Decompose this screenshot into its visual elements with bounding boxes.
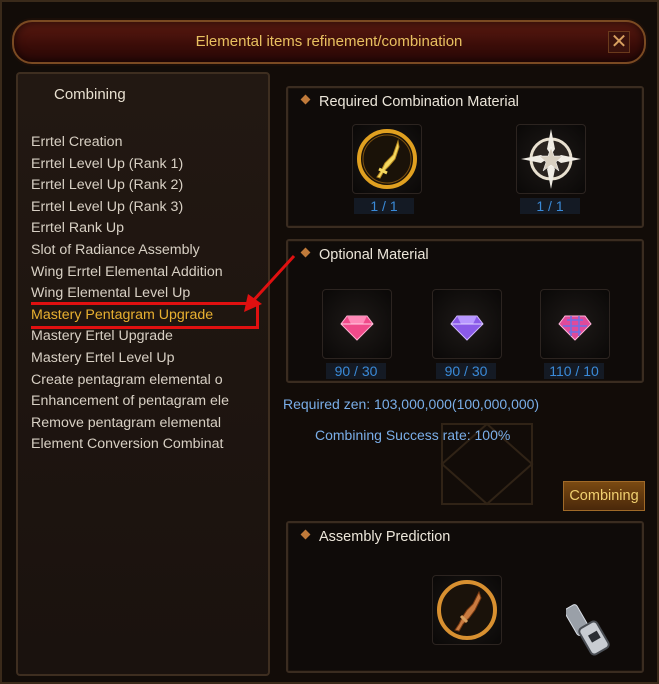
assembly-prediction-panel: Assembly Prediction [286,521,644,673]
optional-material-panel: Optional Material 90 / 30 90 / 30 110 / … [286,239,644,383]
list-item-selected[interactable]: Mastery Pentagram Upgrade [31,301,259,330]
required-count-1: 1 / 1 [354,198,414,214]
title-bar: Elemental items refinement/combination ✕ [12,20,646,64]
list-item[interactable]: Errtel Level Up (Rank 1) [31,154,259,176]
list-item[interactable]: Wing Errtel Elemental Addition [31,262,259,284]
list-item[interactable]: Errtel Creation [31,132,259,154]
list-item[interactable]: Enhancement of pentagram ele [31,391,259,413]
prediction-slot [432,575,502,645]
combination-list: Errtel Creation Errtel Level Up (Rank 1) E… [31,132,259,456]
pink-plaid-gem-icon [558,315,592,341]
optional-material-title: Optional Material [319,247,429,263]
optional-material-header: Optional Material [300,247,429,263]
bullet-icon [300,529,311,540]
required-slot-2[interactable] [516,124,586,194]
combining-header: Combining [54,86,126,103]
bullet-icon [300,94,311,105]
bullet-icon [300,247,311,258]
assembly-prediction-title: Assembly Prediction [319,529,451,545]
list-item[interactable]: Element Conversion Combinat [31,434,259,456]
assembly-prediction-header: Assembly Prediction [300,529,451,545]
list-item[interactable]: Errtel Level Up (Rank 3) [31,197,259,219]
list-item[interactable]: Slot of Radiance Assembly [31,240,259,262]
required-slot-1[interactable] [352,124,422,194]
pentagram-compass-icon [521,129,581,189]
annotation-arrow-icon [244,254,296,312]
optional-slot-3[interactable] [540,289,610,359]
hammer-icon [566,604,610,656]
bronze-dagger-icon [437,580,497,640]
optional-count-2: 90 / 30 [436,363,496,379]
required-material-panel: Required Combination Material 1 / 1 1 / … [286,86,644,228]
list-item[interactable]: Errtel Rank Up [31,218,259,240]
required-zen-text: Required zen: 103,000,000(100,000,000) [283,396,540,412]
optional-count-3: 110 / 10 [544,363,604,379]
required-material-header: Required Combination Material [300,94,519,110]
window-title: Elemental items refinement/combination [195,33,463,50]
combination-list-panel: Combining Errtel Creation Errtel Level Up… [16,72,270,676]
optional-slot-1[interactable] [322,289,392,359]
list-item[interactable]: Remove pentagram elemental [31,413,259,435]
list-item[interactable]: Errtel Level Up (Rank 2) [31,175,259,197]
purple-gem-icon [450,315,484,341]
list-item[interactable]: Mastery Ertel Level Up [31,348,259,370]
golden-dagger-icon [357,129,417,189]
list-item[interactable]: Wing Elemental Level Up [31,283,259,305]
pink-gem-icon [340,315,374,341]
list-item[interactable]: Create pentagram elemental o [31,370,259,392]
success-rate-text: Combining Success rate: 100% [315,427,511,443]
required-count-2: 1 / 1 [520,198,580,214]
required-material-title: Required Combination Material [319,94,519,110]
window-frame: Elemental items refinement/combination ✕… [0,0,659,684]
list-item[interactable]: Mastery Ertel Upgrade [31,326,259,348]
combining-button[interactable]: Combining [563,481,645,511]
optional-count-1: 90 / 30 [326,363,386,379]
optional-slot-2[interactable] [432,289,502,359]
close-button[interactable]: ✕ [608,31,630,53]
